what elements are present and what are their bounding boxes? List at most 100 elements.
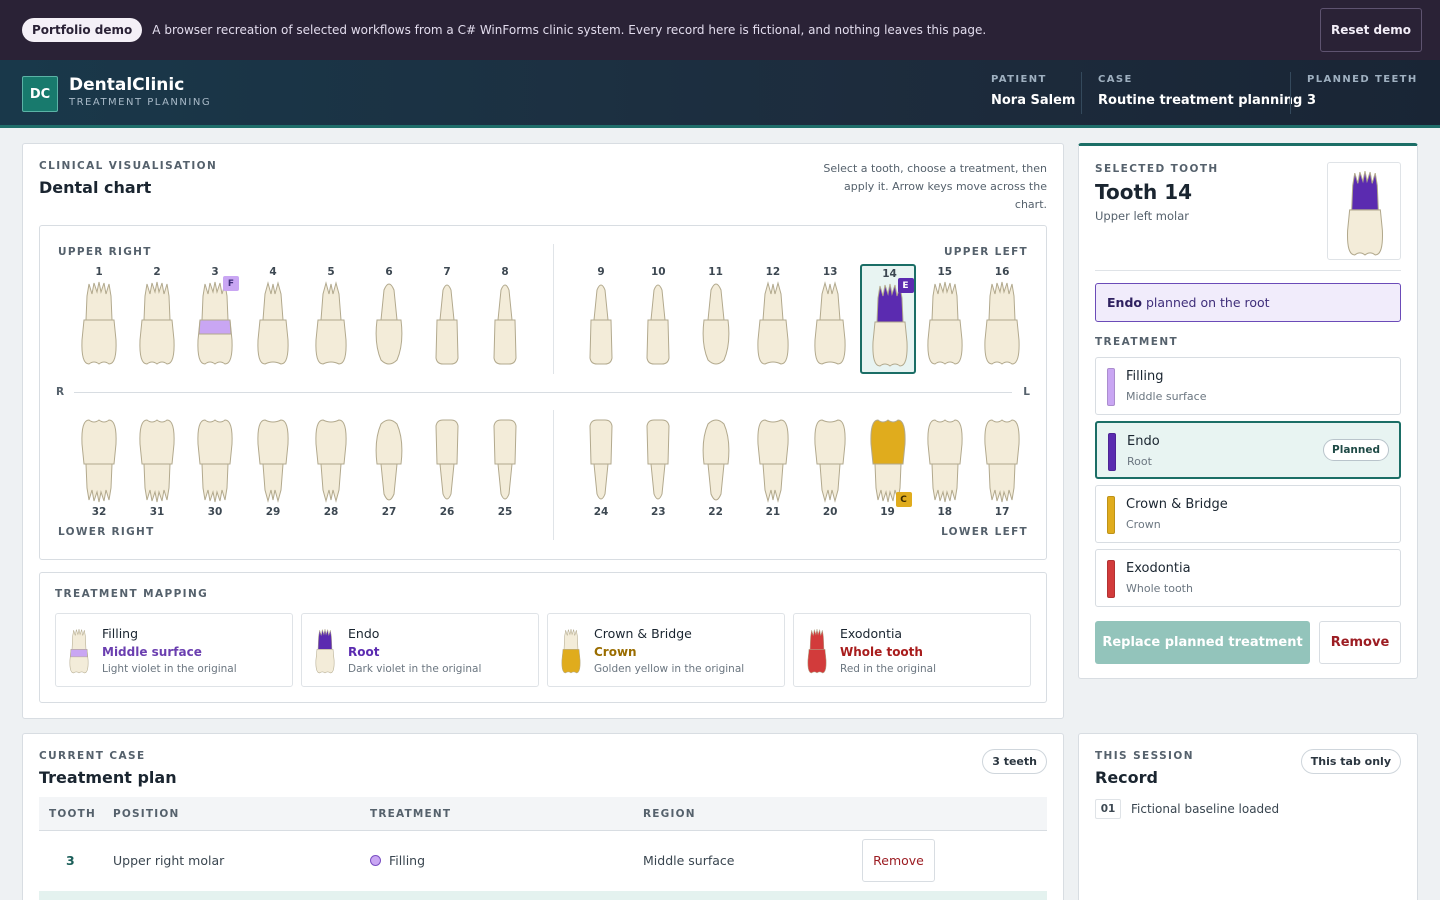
tooth-icon xyxy=(81,419,117,503)
tooth-crown xyxy=(702,419,729,465)
tooth-13[interactable]: 13 xyxy=(802,264,858,374)
tooth-31[interactable]: 31 xyxy=(129,410,185,520)
tooth-number: 8 xyxy=(501,266,509,278)
tooth-icon xyxy=(757,281,789,365)
log-entry-text: Fictional baseline loaded xyxy=(1131,802,1280,816)
tooth-icon xyxy=(493,284,517,365)
tooth-icon xyxy=(375,283,403,365)
tooth-number: 5 xyxy=(327,266,335,278)
chart-eyebrow: CLINICAL VISUALISATION xyxy=(39,160,218,172)
tooth-root xyxy=(201,463,229,503)
tooth-10[interactable]: 10 xyxy=(630,264,686,374)
upper-midline xyxy=(553,244,554,374)
tooth-number: 7 xyxy=(443,266,451,278)
treatment-option-crown-bridge[interactable]: Crown & Bridge Crown xyxy=(1095,485,1401,543)
tooth-20[interactable]: 20 xyxy=(802,410,858,520)
tooth-14[interactable]: 14 E xyxy=(859,264,916,374)
treatment-mapping: TREATMENT MAPPING Filling Middle surface… xyxy=(39,572,1047,703)
tooth-28[interactable]: 28 xyxy=(303,410,359,520)
reset-demo-button[interactable]: Reset demo xyxy=(1320,8,1422,52)
tooth-19[interactable]: 19 C xyxy=(860,410,916,520)
tooth-root xyxy=(85,281,113,321)
tooth-30[interactable]: 30 xyxy=(187,410,243,520)
selected-tooth-panel: SELECTED TOOTH Tooth 14 Upper left molar… xyxy=(1078,143,1418,679)
tooth-8[interactable]: 8 xyxy=(477,264,533,374)
tooth-crown xyxy=(1346,209,1384,256)
remove-treatment-button[interactable]: Remove xyxy=(1319,621,1401,664)
planned-teeth-field: PLANNED TEETH 3 xyxy=(1291,74,1418,108)
tooth-icon xyxy=(435,284,459,365)
tooth-6[interactable]: 6 xyxy=(361,264,417,374)
tooth-7[interactable]: 7 xyxy=(419,264,475,374)
replace-treatment-button[interactable]: Replace planned treatment xyxy=(1095,621,1310,664)
tooth-crown xyxy=(814,419,846,465)
tooth-number: 10 xyxy=(650,266,666,278)
tooth-number: 20 xyxy=(822,506,838,518)
tooth-2[interactable]: 2 xyxy=(129,264,185,374)
portfolio-demo-pill: Portfolio demo xyxy=(22,18,143,42)
tooth-32[interactable]: 32 xyxy=(71,410,127,520)
mapping-filling: Filling Middle surface Light violet in t… xyxy=(55,613,293,687)
tooth-21[interactable]: 21 xyxy=(745,410,801,520)
tooth-icon xyxy=(702,419,729,501)
tooth-filling xyxy=(198,319,232,335)
tooth-number: 24 xyxy=(593,506,609,518)
mapping-original: Red in the original xyxy=(840,663,937,675)
endo-molar-icon xyxy=(1346,170,1384,256)
tooth-27[interactable]: 27 xyxy=(361,410,417,520)
treatment-option-filling[interactable]: Filling Middle surface xyxy=(1095,357,1401,415)
treatment-color-swatch xyxy=(1108,433,1116,471)
tooth-25[interactable]: 25 xyxy=(477,410,533,520)
tooth-root xyxy=(931,463,959,503)
tooth-number: 11 xyxy=(708,266,723,278)
tooth-29[interactable]: 29 xyxy=(245,410,301,520)
tooth-icon xyxy=(493,419,517,500)
mapping-original: Light violet in the original xyxy=(102,663,237,675)
tooth-15[interactable]: 15 xyxy=(917,264,973,374)
selected-tooth-desc: Upper left molar xyxy=(1095,209,1189,223)
tooth-12[interactable]: 12 xyxy=(745,264,801,374)
tooth-crown xyxy=(814,319,846,365)
tooth-9[interactable]: 9 xyxy=(573,264,629,374)
treatment-color-swatch xyxy=(1107,560,1115,598)
tooth-4[interactable]: 4 xyxy=(245,264,301,374)
tooth-17[interactable]: 17 xyxy=(974,410,1030,520)
tooth-number: 32 xyxy=(91,506,107,518)
tooth-number: 18 xyxy=(937,506,953,518)
tooth-16[interactable]: 16 xyxy=(974,264,1030,374)
row-remove-button[interactable]: Remove xyxy=(862,839,935,882)
tooth-icon xyxy=(814,281,846,365)
treatment-label: TREATMENT xyxy=(1095,336,1179,348)
tooth-root xyxy=(320,463,342,503)
tooth-23[interactable]: 23 xyxy=(630,410,686,520)
tooth-22[interactable]: 22 xyxy=(688,410,744,520)
selected-tooth-title: Tooth 14 xyxy=(1095,180,1193,204)
tooth-root xyxy=(380,463,398,501)
mapping-exodontia: Exodontia Whole tooth Red in the origina… xyxy=(793,613,1031,687)
treatment-option-endo[interactable]: Endo Root Planned xyxy=(1095,421,1401,479)
treatment-option-region: Whole tooth xyxy=(1126,582,1193,595)
tooth-icon xyxy=(435,419,459,500)
tooth-number: 23 xyxy=(650,506,666,518)
tooth-crown xyxy=(984,419,1020,465)
treatment-option-exodontia[interactable]: Exodontia Whole tooth xyxy=(1095,549,1401,607)
tooth-icon xyxy=(589,419,613,500)
tooth-root xyxy=(497,463,513,500)
tooth-1[interactable]: 1 xyxy=(71,264,127,374)
tooth-root xyxy=(380,283,398,321)
tooth-icon xyxy=(646,284,670,365)
tooth-26[interactable]: 26 xyxy=(419,410,475,520)
tooth-24[interactable]: 24 xyxy=(573,410,629,520)
mapping-eyebrow: TREATMENT MAPPING xyxy=(55,588,209,600)
tooth-number: 31 xyxy=(149,506,165,518)
tooth-crown xyxy=(589,419,613,465)
tooth-crown xyxy=(871,321,908,367)
tooth-3[interactable]: 3F xyxy=(187,264,243,374)
tooth-5[interactable]: 5 xyxy=(303,264,359,374)
tooth-18[interactable]: 18 xyxy=(917,410,973,520)
tooth-icon xyxy=(197,419,233,503)
tooth-root xyxy=(262,463,284,503)
tooth-root xyxy=(819,463,841,503)
tooth-11[interactable]: 11 xyxy=(688,264,744,374)
tooth-crown xyxy=(81,419,117,465)
